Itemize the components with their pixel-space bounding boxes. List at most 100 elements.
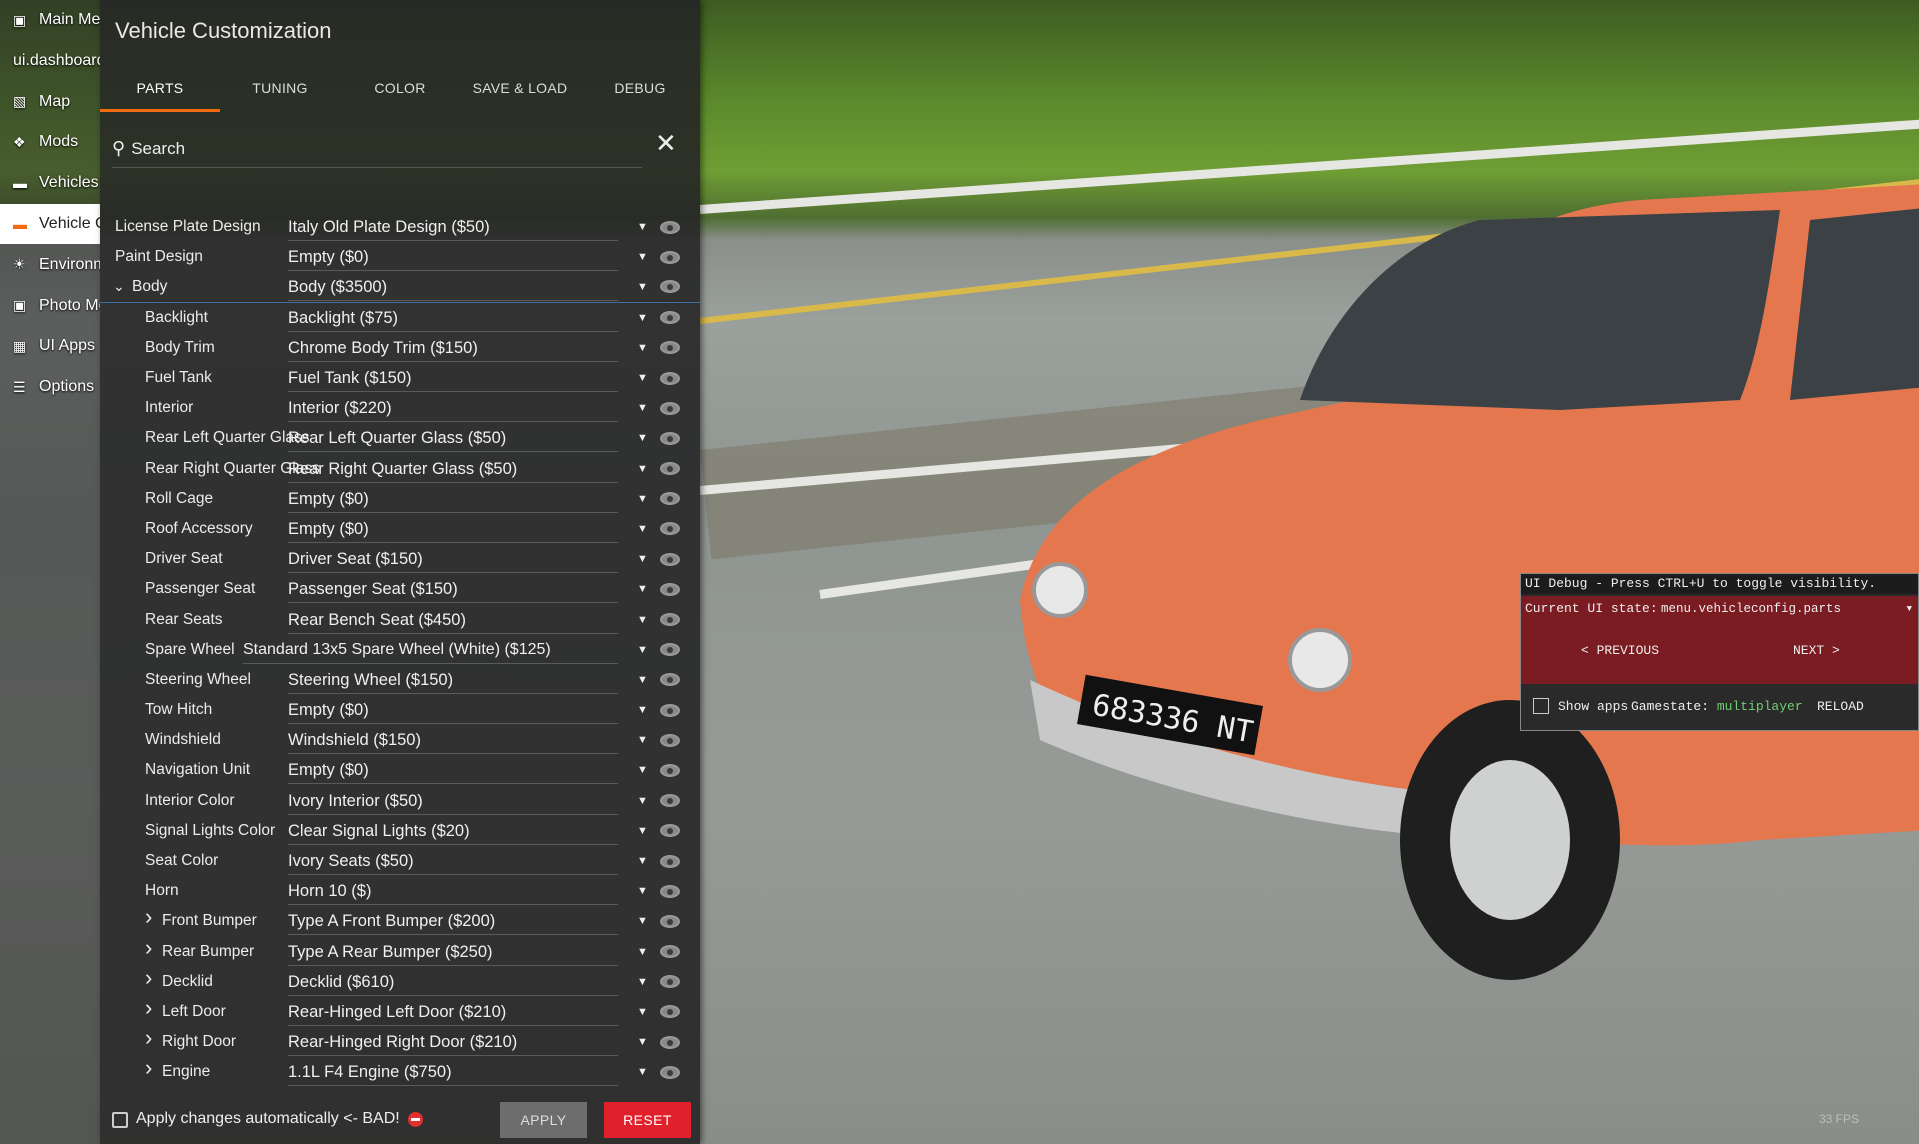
eye-icon[interactable] xyxy=(660,492,680,506)
part-select[interactable]: Ivory Interior ($50) xyxy=(288,787,618,815)
dropdown-arrow-icon[interactable]: ▼ xyxy=(637,493,648,505)
dropdown-arrow-icon[interactable]: ▼ xyxy=(637,402,648,414)
part-select[interactable]: Rear-Hinged Right Door ($210) xyxy=(288,1028,618,1057)
eye-icon[interactable] xyxy=(660,401,680,415)
dropdown-arrow-icon[interactable]: ▼ xyxy=(637,795,648,807)
part-select[interactable]: Empty ($0) xyxy=(288,515,618,543)
nav-item[interactable]: ▣ Main Menu xyxy=(0,0,100,40)
part-select[interactable]: Driver Seat ($150) xyxy=(288,545,618,574)
dropdown-arrow-icon[interactable]: ▼ xyxy=(637,432,648,444)
dropdown-arrow-icon[interactable]: ▼ xyxy=(637,855,648,867)
eye-icon[interactable] xyxy=(660,824,680,838)
part-select[interactable]: Windshield ($150) xyxy=(288,726,618,755)
part-select[interactable]: Italy Old Plate Design ($50) xyxy=(288,213,618,242)
dropdown-arrow-icon[interactable]: ▼ xyxy=(637,976,648,988)
dropdown-arrow-icon[interactable]: ▼ xyxy=(637,614,648,626)
dropdown-arrow-icon[interactable]: ▼ xyxy=(637,1066,648,1078)
part-select[interactable]: Interior ($220) xyxy=(288,394,618,423)
nav-item[interactable]: ☰ Options xyxy=(0,367,100,407)
part-select[interactable]: Clear Signal Lights ($20) xyxy=(288,817,618,845)
part-select[interactable]: Passenger Seat ($150) xyxy=(288,575,618,604)
reset-button[interactable]: RESET xyxy=(604,1102,691,1138)
part-select[interactable]: Empty ($0) xyxy=(288,243,618,272)
eye-icon[interactable] xyxy=(660,613,680,627)
eye-icon[interactable] xyxy=(660,1005,680,1019)
eye-icon[interactable] xyxy=(660,462,680,476)
search-input[interactable] xyxy=(131,138,612,159)
dropdown-arrow-icon[interactable]: ▼ xyxy=(637,704,648,716)
tab-tuning[interactable]: TUNING xyxy=(220,66,340,112)
nav-item[interactable]: ui.dashboard xyxy=(0,41,100,81)
eye-icon[interactable] xyxy=(660,733,680,747)
part-select[interactable]: Fuel Tank ($150) xyxy=(288,364,618,393)
apply-button[interactable]: APPLY xyxy=(500,1102,587,1138)
part-select[interactable]: Body ($3500) xyxy=(288,273,618,301)
dropdown-arrow-icon[interactable]: ▼ xyxy=(637,463,648,475)
nav-item[interactable]: ▧ Map xyxy=(0,82,100,122)
part-select[interactable]: Empty ($0) xyxy=(288,696,618,725)
chevron-down-icon[interactable]: ▼ xyxy=(1907,604,1912,614)
dropdown-arrow-icon[interactable]: ▼ xyxy=(637,674,648,686)
eye-icon[interactable] xyxy=(660,371,680,385)
dropdown-arrow-icon[interactable]: ▼ xyxy=(637,885,648,897)
tab-save-load[interactable]: SAVE & LOAD xyxy=(460,66,580,112)
auto-apply-checkbox[interactable] xyxy=(112,1112,128,1128)
part-select[interactable]: Decklid ($610) xyxy=(288,968,618,996)
part-select[interactable]: Type A Front Bumper ($200) xyxy=(288,907,618,936)
dropdown-arrow-icon[interactable]: ▼ xyxy=(637,312,648,324)
eye-icon[interactable] xyxy=(660,1065,680,1079)
eye-icon[interactable] xyxy=(660,1035,680,1049)
dropdown-arrow-icon[interactable]: ▼ xyxy=(637,553,648,565)
nav-item[interactable]: ▣ Photo Mode xyxy=(0,286,100,326)
part-select[interactable]: Empty ($0) xyxy=(288,756,618,785)
previous-button[interactable]: < PREVIOUS xyxy=(1581,643,1659,658)
dropdown-arrow-icon[interactable]: ▼ xyxy=(637,946,648,958)
eye-icon[interactable] xyxy=(660,914,680,928)
part-select[interactable]: Rear Bench Seat ($450) xyxy=(288,606,618,634)
tab-debug[interactable]: DEBUG xyxy=(580,66,700,112)
eye-icon[interactable] xyxy=(660,431,680,445)
dropdown-arrow-icon[interactable]: ▼ xyxy=(637,764,648,776)
eye-icon[interactable] xyxy=(660,280,680,294)
part-select[interactable]: Backlight ($75) xyxy=(288,304,618,332)
part-select[interactable]: Chrome Body Trim ($150) xyxy=(288,334,618,362)
dropdown-arrow-icon[interactable]: ▼ xyxy=(637,644,648,656)
tab-parts[interactable]: PARTS xyxy=(100,66,220,112)
dropdown-arrow-icon[interactable]: ▼ xyxy=(637,281,648,293)
part-select[interactable]: Type A Rear Bumper ($250) xyxy=(288,938,618,966)
nav-item[interactable]: ❖ Mods xyxy=(0,122,100,162)
part-select[interactable]: Rear Right Quarter Glass ($50) xyxy=(288,455,618,483)
eye-icon[interactable] xyxy=(660,552,680,566)
nav-item[interactable]: ▬ Vehicles xyxy=(0,163,100,203)
eye-icon[interactable] xyxy=(660,522,680,536)
eye-icon[interactable] xyxy=(660,673,680,687)
dropdown-arrow-icon[interactable]: ▼ xyxy=(637,734,648,746)
chevron-right-icon[interactable]: › xyxy=(145,1025,152,1051)
part-select[interactable]: Horn 10 ($) xyxy=(288,877,618,906)
show-apps-checkbox[interactable] xyxy=(1533,698,1549,714)
dropdown-arrow-icon[interactable]: ▼ xyxy=(637,342,648,354)
dropdown-arrow-icon[interactable]: ▼ xyxy=(637,915,648,927)
dropdown-arrow-icon[interactable]: ▼ xyxy=(637,372,648,384)
chevron-right-icon[interactable]: › xyxy=(145,965,152,991)
nav-item[interactable]: ▬ Vehicle Config xyxy=(0,204,100,244)
dropdown-arrow-icon[interactable]: ▼ xyxy=(637,221,648,233)
part-select[interactable]: Rear-Hinged Left Door ($210) xyxy=(288,998,618,1026)
eye-icon[interactable] xyxy=(660,582,680,596)
eye-icon[interactable] xyxy=(660,763,680,777)
eye-icon[interactable] xyxy=(660,945,680,959)
part-select[interactable]: Rear Left Quarter Glass ($50) xyxy=(288,424,618,453)
dropdown-arrow-icon[interactable]: ▼ xyxy=(637,583,648,595)
nav-item[interactable]: ▦ UI Apps xyxy=(0,326,100,366)
next-button[interactable]: NEXT > xyxy=(1793,643,1840,658)
eye-icon[interactable] xyxy=(660,794,680,808)
eye-icon[interactable] xyxy=(660,341,680,355)
part-select[interactable]: Empty ($0) xyxy=(288,485,618,513)
close-icon[interactable]: ✕ xyxy=(655,128,677,159)
nav-item[interactable]: ☀ Environment xyxy=(0,245,100,285)
part-select[interactable]: Standard 13x5 Spare Wheel (White) ($125) xyxy=(243,636,618,664)
reload-button[interactable]: RELOAD xyxy=(1817,699,1864,714)
dropdown-arrow-icon[interactable]: ▼ xyxy=(637,251,648,263)
chevron-right-icon[interactable]: › xyxy=(145,995,152,1021)
part-select[interactable]: 1.1L F4 Engine ($750) xyxy=(288,1058,618,1087)
